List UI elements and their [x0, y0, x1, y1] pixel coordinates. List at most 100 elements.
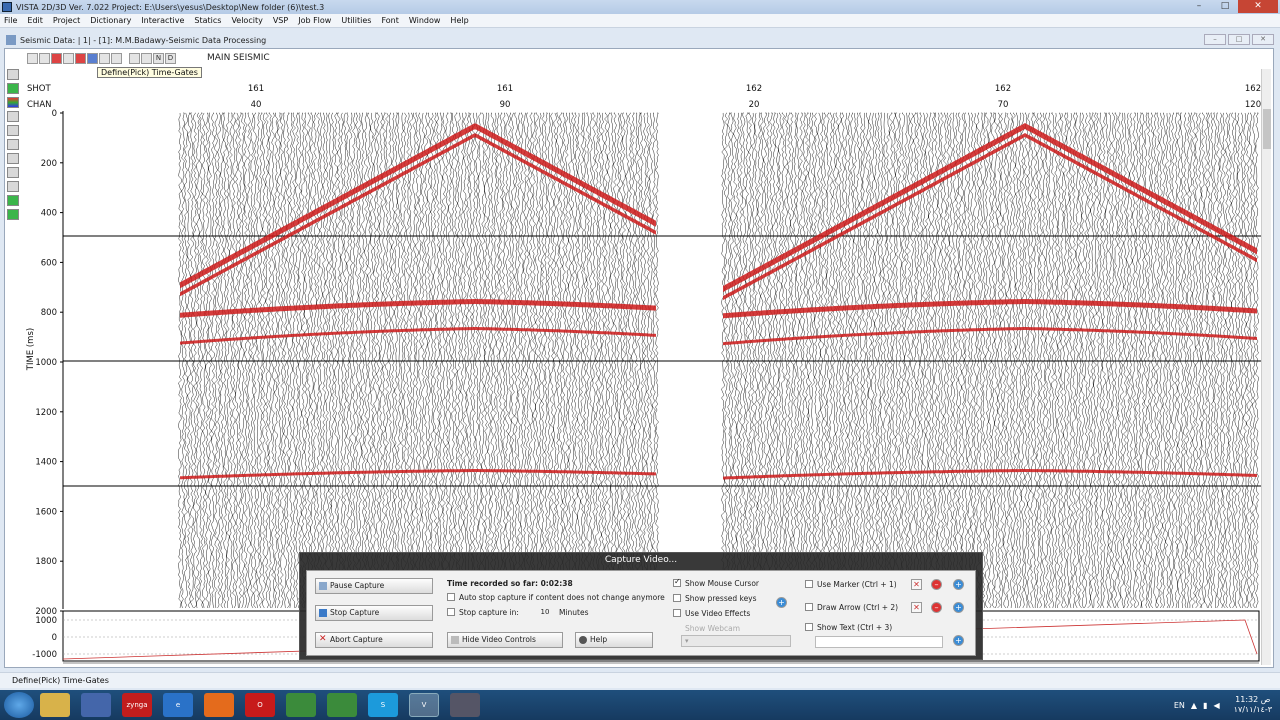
side-velocity-icon[interactable] — [7, 139, 19, 150]
menu-project[interactable]: Project — [53, 16, 80, 25]
capture-dialog-body: Pause Capture Stop Capture ✕ Abort Captu… — [306, 570, 976, 656]
stop-capture-label: Stop Capture — [330, 608, 380, 617]
start-button[interactable] — [4, 692, 34, 718]
menu-utilities[interactable]: Utilities — [341, 16, 371, 25]
vertical-scrollbar[interactable] — [1261, 69, 1271, 665]
marker-clear-icon[interactable]: ✕ — [911, 579, 922, 590]
taskbar-media-icon[interactable] — [81, 693, 111, 717]
stop-in-minutes-input[interactable]: 10 — [537, 608, 553, 618]
time-recorded: Time recorded so far: 0:02:38 — [447, 579, 573, 588]
language-indicator[interactable]: EN — [1174, 701, 1185, 710]
use-video-effects-label: Use Video Effects — [685, 609, 751, 618]
menu-vsp[interactable]: VSP — [273, 16, 288, 25]
side-green-icon[interactable] — [7, 195, 19, 206]
tool-gain-icon[interactable] — [111, 52, 122, 64]
shot-label: SHOT — [27, 84, 51, 94]
auto-stop-label: Auto stop capture if content does not ch… — [459, 593, 665, 602]
capture-video-dialog: Capture Video... Pause Capture Stop Capt… — [299, 552, 983, 660]
network-icon[interactable]: ▮ — [1203, 701, 1207, 710]
taskbar-chrome-icon[interactable] — [286, 693, 316, 717]
child-maximize-button[interactable]: □ — [1228, 34, 1250, 45]
side-green2-icon[interactable] — [7, 209, 19, 220]
time-tick: 1800 — [35, 557, 57, 567]
draw-arrow-checkbox[interactable] — [805, 603, 813, 611]
arrow-clear-icon[interactable]: ✕ — [911, 602, 922, 613]
side-color-icon[interactable] — [7, 83, 19, 94]
taskbar-zynga-icon[interactable]: zynga — [122, 693, 152, 717]
tool-traces-icon[interactable] — [129, 52, 140, 64]
window-title: VISTA 2D/3D Ver. 7.022 Project: E:\Users… — [16, 2, 325, 12]
tool-display-icon[interactable] — [87, 52, 98, 64]
show-pressed-keys-checkbox[interactable] — [673, 594, 681, 602]
side-tool-icon[interactable] — [7, 69, 19, 80]
arrow-remove-icon[interactable]: – — [931, 602, 942, 613]
child-close-button[interactable]: ✕ — [1252, 34, 1274, 45]
menu-velocity[interactable]: Velocity — [231, 16, 262, 25]
tool-d-button[interactable]: D — [165, 52, 176, 64]
tool-timegate-icon[interactable] — [75, 52, 86, 64]
tool-n-button[interactable]: N — [153, 52, 164, 64]
effects-add-icon[interactable]: + — [776, 597, 787, 608]
help-button[interactable]: Help — [575, 632, 653, 648]
side-tg-icon[interactable] — [7, 167, 19, 178]
minimize-button[interactable]: – — [1186, 0, 1212, 13]
volume-icon[interactable]: ◀ — [1213, 701, 1219, 710]
maximize-button[interactable]: □ — [1212, 0, 1238, 13]
text-input[interactable] — [815, 636, 943, 648]
taskbar-firefox-icon[interactable] — [204, 693, 234, 717]
tool-zoom-icon[interactable] — [27, 52, 38, 64]
menu-interactive[interactable]: Interactive — [141, 16, 184, 25]
tool-pick-icon[interactable] — [63, 52, 74, 64]
abort-capture-button[interactable]: ✕ Abort Capture — [315, 632, 433, 648]
tool-unzoom-icon[interactable] — [39, 52, 50, 64]
time-tick: 800 — [41, 308, 57, 318]
system-tray: EN ▲ ▮ ◀ 11:32 ص ٣-١٧/١١/١٤ — [1174, 690, 1272, 720]
menu-edit[interactable]: Edit — [27, 16, 43, 25]
side-palette-icon[interactable] — [7, 97, 19, 108]
time-tick: 1200 — [35, 408, 57, 418]
menu-job-flow[interactable]: Job Flow — [298, 16, 331, 25]
auto-stop-checkbox[interactable] — [447, 593, 455, 601]
use-marker-checkbox[interactable] — [805, 580, 813, 588]
menu-dictionary[interactable]: Dictionary — [90, 16, 131, 25]
side-grid-icon[interactable] — [7, 111, 19, 122]
marker-remove-icon[interactable]: – — [931, 579, 942, 590]
taskbar-ie-icon[interactable]: e — [163, 693, 193, 717]
marker-add-icon[interactable]: + — [953, 579, 964, 590]
stop-capture-button[interactable]: Stop Capture — [315, 605, 433, 621]
time-tick: 200 — [41, 159, 57, 169]
use-video-effects-checkbox[interactable] — [673, 609, 681, 617]
shot-tick: 161 — [497, 84, 513, 94]
child-minimize-button[interactable]: – — [1204, 34, 1226, 45]
side-t-icon[interactable] — [7, 181, 19, 192]
menu-file[interactable]: File — [4, 16, 17, 25]
hide-video-controls-button[interactable]: Hide Video Controls — [447, 632, 563, 648]
menu-font[interactable]: Font — [381, 16, 398, 25]
taskbar-chrome2-icon[interactable] — [327, 693, 357, 717]
scrollbar-thumb[interactable] — [1263, 109, 1271, 149]
taskbar-skype-icon[interactable]: S — [368, 693, 398, 717]
taskbar-capture-icon[interactable] — [450, 693, 480, 717]
arrow-add-icon[interactable]: + — [953, 602, 964, 613]
show-text-checkbox[interactable] — [805, 623, 813, 631]
tool-header-icon[interactable] — [141, 52, 152, 64]
text-add-icon[interactable]: + — [953, 635, 964, 646]
show-mouse-cursor-checkbox[interactable] — [673, 577, 681, 587]
menu-window[interactable]: Window — [409, 16, 441, 25]
clock[interactable]: 11:32 ص ٣-١٧/١١/١٤ — [1234, 695, 1272, 715]
tool-mute-icon[interactable] — [51, 52, 62, 64]
close-button[interactable]: ✕ — [1238, 0, 1278, 13]
webcam-select[interactable]: ▾ — [681, 635, 791, 647]
taskbar: zynga e O S V EN ▲ ▮ ◀ 11:32 ص ٣-١٧/١١/١… — [0, 690, 1280, 720]
pause-capture-button[interactable]: Pause Capture — [315, 578, 433, 594]
tray-expand-icon[interactable]: ▲ — [1191, 701, 1197, 710]
taskbar-vista-icon[interactable]: V — [409, 693, 439, 717]
menu-help[interactable]: Help — [450, 16, 468, 25]
side-layers-icon[interactable] — [7, 153, 19, 164]
taskbar-opera-icon[interactable]: O — [245, 693, 275, 717]
tool-scale-icon[interactable] — [99, 52, 110, 64]
side-select-icon[interactable] — [7, 125, 19, 136]
menu-statics[interactable]: Statics — [194, 16, 221, 25]
taskbar-explorer-icon[interactable] — [40, 693, 70, 717]
stop-in-checkbox[interactable] — [447, 608, 455, 616]
